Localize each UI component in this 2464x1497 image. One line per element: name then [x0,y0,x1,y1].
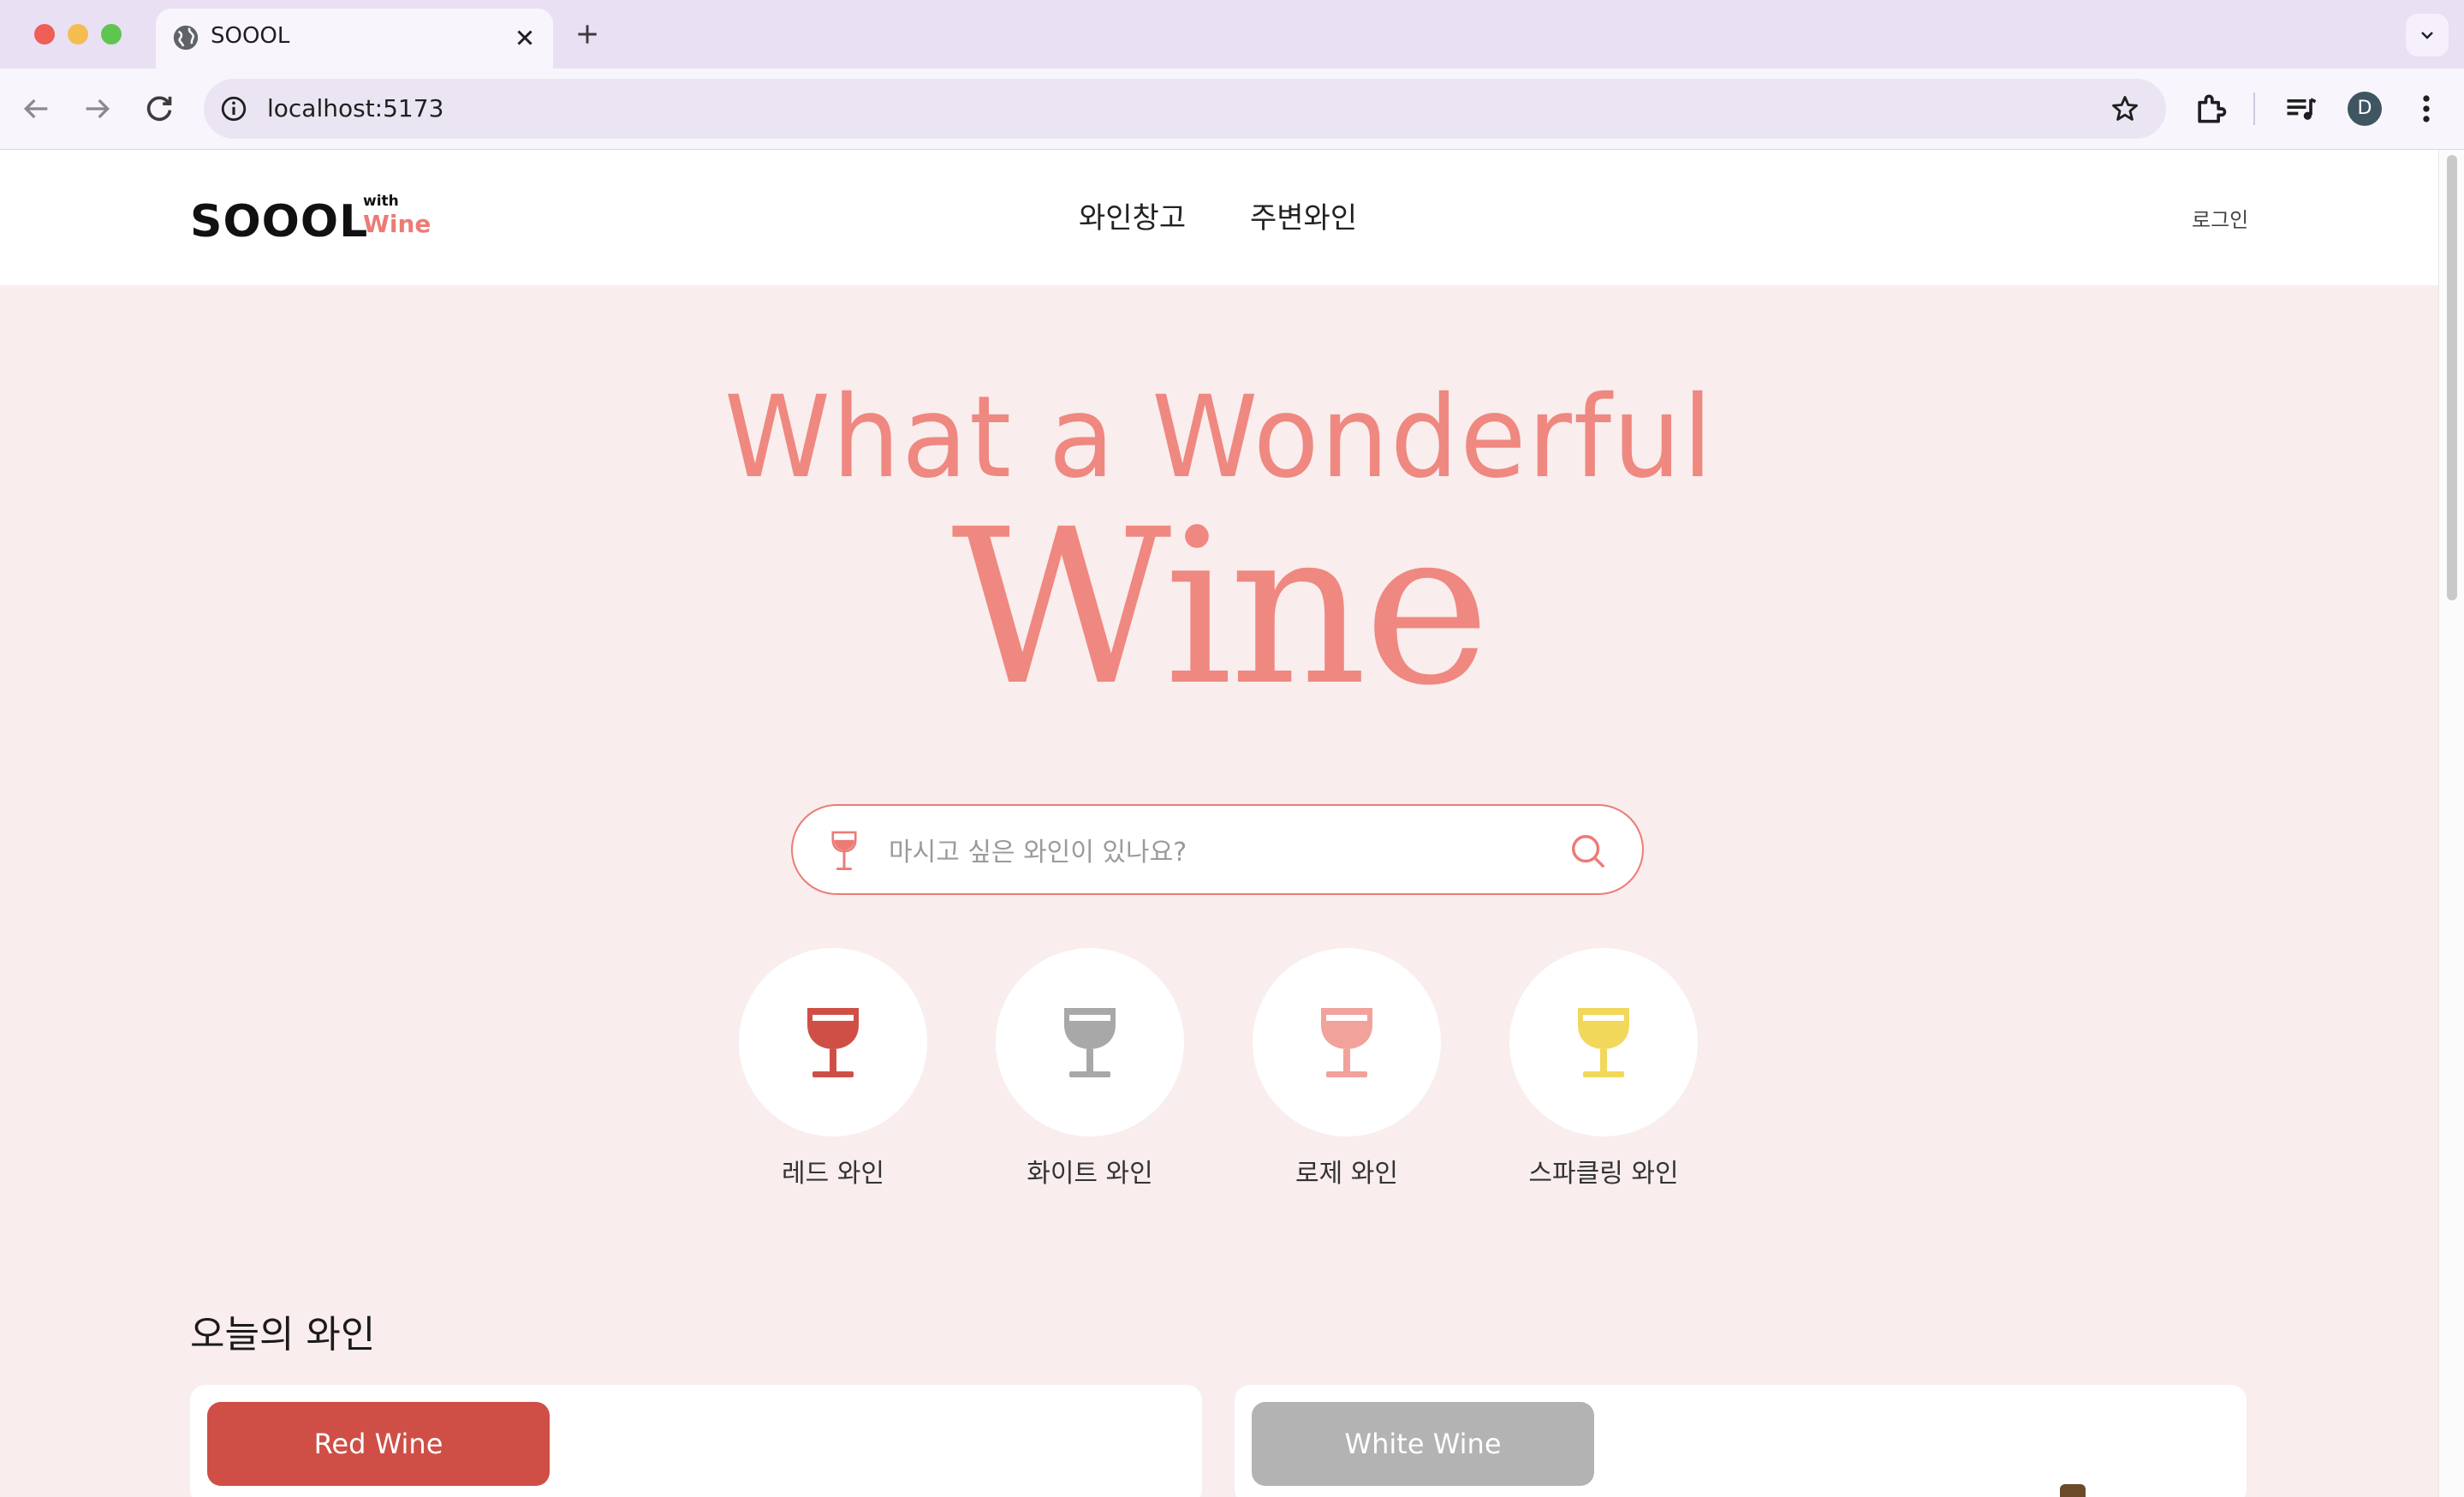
logo-with-text: with [363,193,399,210]
tab-search-button[interactable] [2406,14,2449,57]
category-icon-circle [739,948,927,1136]
window-minimize-button[interactable] [68,24,88,45]
rose-wine-glass-icon [1321,1008,1372,1077]
toolbar-divider [2253,92,2255,125]
search-icon[interactable] [1568,832,1608,871]
category-label: 레드 와인 [782,1159,884,1189]
category-sparkling-wine[interactable]: 스파클링 와인 [1509,948,1698,1190]
category-label: 스파클링 와인 [1528,1159,1679,1189]
category-red-wine[interactable]: 레드 와인 [739,948,927,1190]
nav-nearby-wine[interactable]: 주변와인 [1250,194,1357,236]
logo-main-text: SOOOL [190,196,369,248]
category-icon-circle [1253,948,1441,1136]
extensions-icon[interactable] [2192,90,2229,128]
hero-headline: What a Wonderful [723,372,1715,504]
sparkling-wine-glass-icon [1578,1008,1629,1077]
address-bar[interactable]: localhost:5173 [204,79,2166,139]
site-info-icon[interactable] [219,94,248,123]
wine-card-white[interactable]: White Wine [1235,1385,2247,1497]
browser-tab-bar: SOOOL [0,0,2464,69]
media-control-icon[interactable] [2282,90,2320,128]
page-viewport: SOOOL with Wine 와인창고 주변와인 로그인 What a Won… [0,150,2438,1497]
profile-avatar[interactable]: D [2348,92,2382,126]
forward-arrow-icon[interactable] [80,92,115,126]
category-icon-circle [996,948,1184,1136]
category-rose-wine[interactable]: 로제 와인 [1253,948,1441,1190]
wine-bottle-image [2060,1484,2086,1497]
category-white-wine[interactable]: 화이트 와인 [996,948,1184,1190]
wine-glass-icon [831,831,857,871]
new-tab-icon[interactable] [574,21,601,48]
red-wine-tag[interactable]: Red Wine [207,1402,550,1486]
browser-tab[interactable]: SOOOL [156,9,553,69]
search-input[interactable] [887,830,1490,874]
white-wine-tag[interactable]: White Wine [1252,1402,1594,1486]
more-menu-icon[interactable] [2407,90,2445,128]
login-link[interactable]: 로그인 [2192,203,2248,233]
category-label: 화이트 와인 [1027,1159,1153,1189]
scrollbar-thumb[interactable] [2447,155,2457,600]
tab-title: SOOOL [211,23,290,49]
window-close-button[interactable] [34,24,55,45]
logo-wine-text: Wine [363,210,431,238]
browser-toolbar: localhost:5173 D [0,69,2464,150]
wine-card-red[interactable]: Red Wine [190,1385,1202,1497]
globe-icon [173,25,199,51]
back-arrow-icon[interactable] [19,92,53,126]
category-icon-circle [1509,948,1698,1136]
window-zoom-button[interactable] [101,24,122,45]
chevron-down-icon [2421,32,2433,39]
category-label: 로제 와인 [1295,1159,1398,1189]
reload-icon[interactable] [142,92,176,126]
nav-wine-cellar[interactable]: 와인창고 [1079,194,1186,236]
url-text: localhost:5173 [267,94,444,122]
white-wine-glass-icon [1064,1008,1116,1077]
close-tab-icon[interactable] [512,25,538,51]
site-header: SOOOL with Wine 와인창고 주변와인 로그인 [0,150,2438,285]
todays-wine-title: 오늘의 와인 [190,1313,376,1357]
red-wine-glass-icon [807,1008,859,1077]
hero-wine-title: Wine [951,483,1490,732]
bookmark-star-icon[interactable] [2110,93,2140,124]
wine-search-bar [791,804,1644,895]
page-scrollbar[interactable] [2438,150,2464,1497]
